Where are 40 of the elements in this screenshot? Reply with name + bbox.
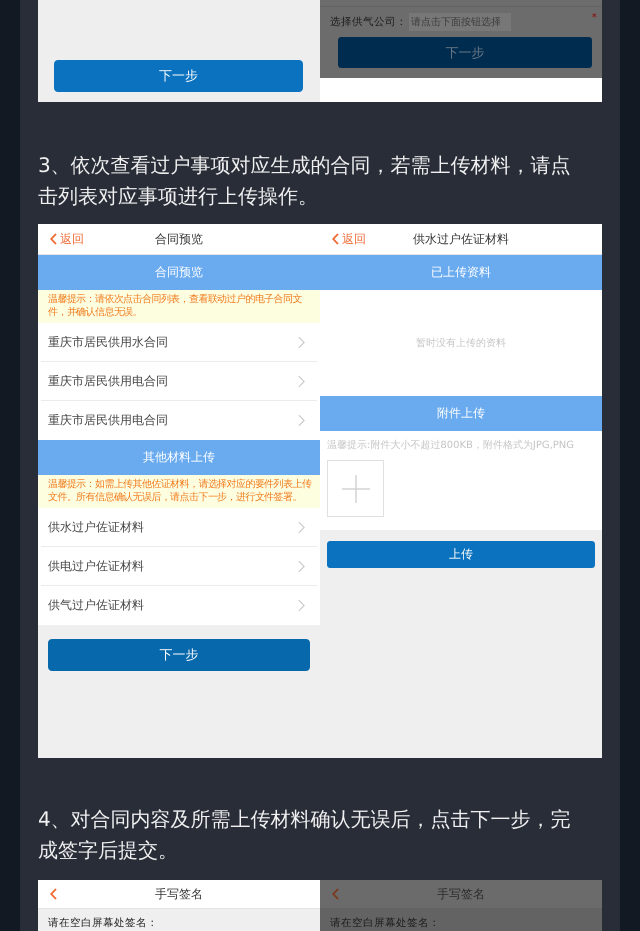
prompt-text: 请在空白屏幕处签名： [48, 917, 158, 929]
tip-text: 温馨提示：请依次点击合同列表，查看联动过户的电子合同文件，并确认信息无误。 [38, 290, 320, 323]
list-item[interactable]: 供电过户佐证材料 [41, 547, 317, 586]
chevron-right-icon [298, 414, 305, 426]
chevron-right-icon [298, 336, 305, 348]
list-item[interactable]: 供气过户佐证材料 [41, 586, 317, 625]
tip-text: 温馨提示：如需上传其他佐证材料，请选择对应的要件列表上传文件。所有信息确认无误后，请点击下一步，进行文件签署。 [38, 475, 320, 508]
plus-icon [342, 474, 370, 502]
empty-text: 暂时没有上传的资料 [416, 336, 506, 350]
screen-title: 供水过户佐证材料 [413, 230, 509, 248]
section-header: 合同预览 [38, 255, 320, 290]
hint-text: 温馨提示:附件大小不超过800KB，附件格式为JPG,PNG [327, 440, 576, 452]
step-text: 3、依次查看过户事项对应生成的合同，若需上传材料，请点击列表对应事项进行上传操作。 [38, 152, 572, 210]
screen-title: 手写签名 [437, 886, 485, 902]
screen-title: 手写签名 [155, 886, 203, 902]
add-file-button[interactable] [327, 460, 384, 517]
next-button[interactable]: 下一步 [48, 639, 310, 671]
chevron-left-icon[interactable] [332, 888, 339, 900]
chevron-left-icon[interactable] [50, 888, 57, 900]
chevron-right-icon [298, 374, 305, 388]
chevron-left-icon [50, 233, 57, 245]
required-mark: * [592, 11, 597, 24]
field-label: 选择供气公司： [330, 15, 407, 29]
screen-title: 合同预览 [155, 230, 203, 248]
section-header: 其他材料上传 [38, 440, 320, 475]
step-text: 4、对合同内容及所需上传材料确认无误后，点击下一步，完成签字后提交。 [38, 806, 572, 864]
next-button[interactable]: 下一步 [54, 60, 303, 92]
list-item[interactable]: 供水过户佐证材料 [41, 508, 317, 547]
chevron-left-icon [332, 233, 339, 245]
upload-button[interactable]: 上传 [327, 541, 595, 568]
list-item[interactable]: 重庆市居民供用水合同 [41, 323, 317, 362]
chevron-right-icon [298, 520, 305, 534]
chevron-right-icon [298, 560, 305, 572]
section-header: 已上传资料 [320, 255, 602, 290]
prompt-text: 请在空白屏幕处签名： [330, 917, 440, 929]
company-field[interactable]: 请点击下面按钮选择 [409, 13, 511, 31]
list-item[interactable]: 重庆市居民供用电合同 [41, 362, 317, 401]
section-header: 附件上传 [320, 396, 602, 431]
chevron-right-icon [298, 598, 305, 612]
list-item[interactable]: 重庆市居民供用电合同 [41, 401, 317, 440]
